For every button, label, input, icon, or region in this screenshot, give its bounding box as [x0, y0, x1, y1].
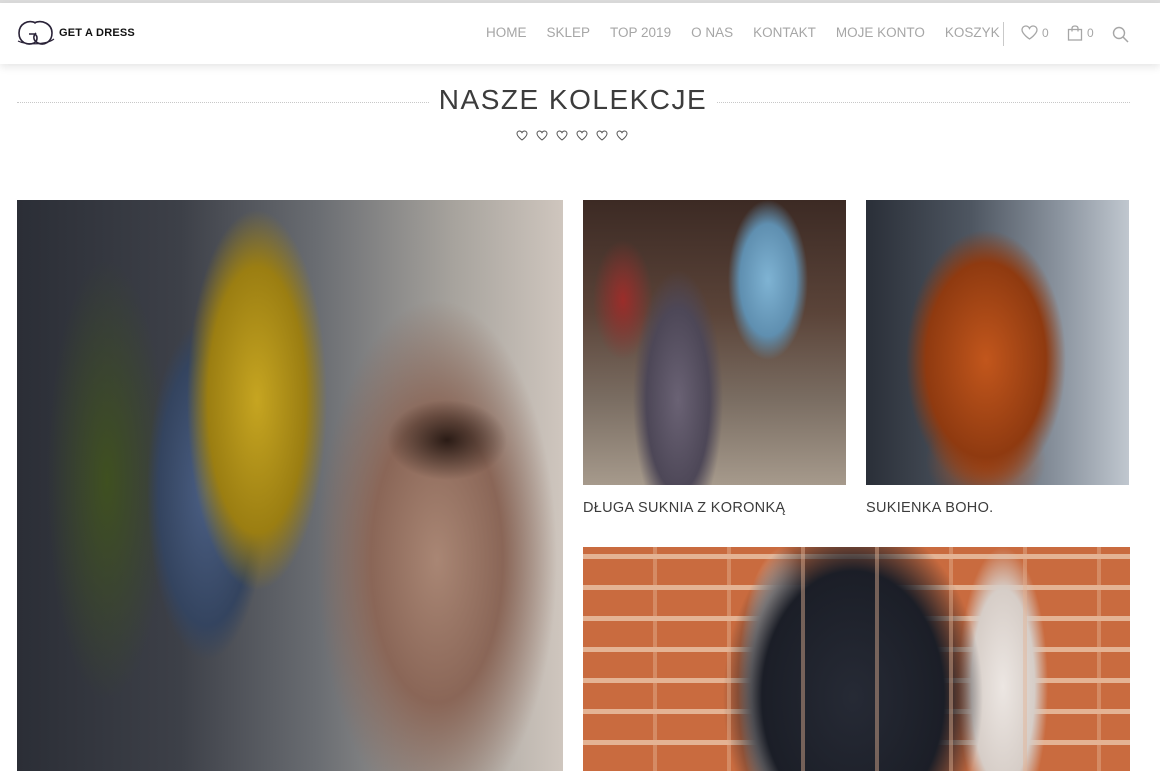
- product-caption-long-lace-gown[interactable]: DŁUGA SUKNIA Z KORONKĄ: [583, 500, 785, 516]
- heart-icon: [596, 128, 608, 146]
- product-caption-boho-dress[interactable]: SUKIENKA BOHO.: [866, 500, 994, 516]
- nav-item-sklep[interactable]: SKLEP: [547, 25, 591, 40]
- heart-icon: [576, 128, 588, 146]
- nav-item-o-nas[interactable]: O NAS: [691, 25, 733, 40]
- nav-item-kontakt[interactable]: KONTAKT: [753, 25, 816, 40]
- title-divider-right: [717, 102, 1130, 103]
- nav-item-home[interactable]: HOME: [486, 25, 527, 40]
- collection-image-off-shoulder-dress[interactable]: [583, 547, 1130, 771]
- cart-button[interactable]: 0: [1067, 25, 1094, 41]
- heart-icon: [536, 128, 548, 146]
- shopping-bag-icon: [1067, 25, 1083, 41]
- cart-count: 0: [1087, 26, 1094, 40]
- heart-icon: [616, 128, 628, 146]
- nav-item-koszyk[interactable]: KOSZYK: [945, 25, 1000, 40]
- wishlist-count: 0: [1042, 25, 1049, 40]
- logo[interactable]: GET A DRESS: [16, 17, 135, 49]
- product-image-long-lace-gown[interactable]: [583, 200, 846, 485]
- title-divider-left: [17, 102, 429, 103]
- section-header: NASZE KOLEKCJE: [17, 84, 1130, 124]
- site-header: GET A DRESS HOME SKLEP TOP 2019 O NAS KO…: [0, 3, 1160, 64]
- logo-text: GET A DRESS: [59, 27, 135, 39]
- collection-image-lace-dress[interactable]: [17, 200, 563, 771]
- section-title: NASZE KOLEKCJE: [438, 84, 708, 115]
- heart-ornament: [516, 128, 636, 146]
- product-image-boho-dress[interactable]: [866, 200, 1129, 485]
- nav-item-top-2019[interactable]: TOP 2019: [610, 25, 671, 40]
- search-button[interactable]: [1112, 26, 1129, 43]
- nav-item-moje-konto[interactable]: MOJE KONTO: [836, 25, 925, 40]
- brick-texture: [583, 547, 1130, 771]
- wishlist-button[interactable]: 0: [1021, 25, 1049, 40]
- heart-icon: [1021, 25, 1038, 40]
- heart-icon: [516, 128, 528, 146]
- header-divider: [1003, 22, 1004, 46]
- heart-icon: [556, 128, 568, 146]
- search-icon: [1112, 26, 1129, 43]
- logo-mark-icon: [17, 20, 55, 45]
- main-nav: HOME SKLEP TOP 2019 O NAS KONTAKT MOJE K…: [486, 25, 1000, 40]
